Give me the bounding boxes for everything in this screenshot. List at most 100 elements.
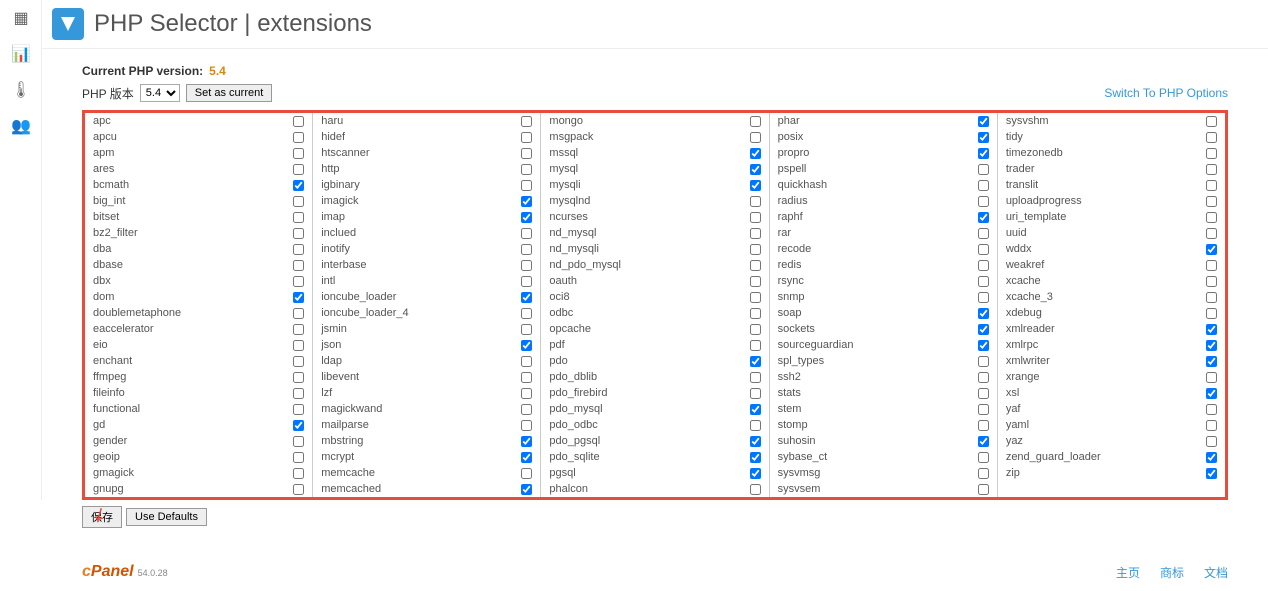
extension-label[interactable]: bitset xyxy=(93,211,119,223)
extension-checkbox[interactable] xyxy=(750,404,761,415)
extension-checkbox[interactable] xyxy=(750,260,761,271)
extension-checkbox[interactable] xyxy=(521,292,532,303)
extension-label[interactable]: gender xyxy=(93,435,127,447)
extension-label[interactable]: ncurses xyxy=(549,211,588,223)
extension-label[interactable]: doublemetaphone xyxy=(93,307,181,319)
extension-label[interactable]: apc xyxy=(93,115,111,127)
extension-label[interactable]: bcmath xyxy=(93,179,129,191)
extension-label[interactable]: pdo_dblib xyxy=(549,371,597,383)
php-version-select[interactable]: 5.4 xyxy=(140,84,180,102)
extension-checkbox[interactable] xyxy=(293,356,304,367)
extension-checkbox[interactable] xyxy=(978,132,989,143)
extension-label[interactable]: oci8 xyxy=(549,291,569,303)
extension-checkbox[interactable] xyxy=(293,484,304,495)
extension-checkbox[interactable] xyxy=(293,196,304,207)
extension-label[interactable]: bz2_filter xyxy=(93,227,138,239)
extension-checkbox[interactable] xyxy=(978,324,989,335)
extension-checkbox[interactable] xyxy=(293,324,304,335)
extension-label[interactable]: pdo_pgsql xyxy=(549,435,600,447)
extension-checkbox[interactable] xyxy=(750,436,761,447)
extension-checkbox[interactable] xyxy=(750,388,761,399)
extension-checkbox[interactable] xyxy=(293,132,304,143)
extension-checkbox[interactable] xyxy=(750,116,761,127)
extension-checkbox[interactable] xyxy=(1206,388,1217,399)
extension-checkbox[interactable] xyxy=(521,484,532,495)
extension-label[interactable]: uri_template xyxy=(1006,211,1067,223)
extension-checkbox[interactable] xyxy=(978,436,989,447)
nav-stats-icon[interactable]: 📊 xyxy=(0,36,42,72)
extension-checkbox[interactable] xyxy=(978,308,989,319)
extension-label[interactable]: libevent xyxy=(321,371,359,383)
extension-label[interactable]: zend_guard_loader xyxy=(1006,451,1101,463)
extension-checkbox[interactable] xyxy=(1206,196,1217,207)
extension-checkbox[interactable] xyxy=(978,484,989,495)
extension-checkbox[interactable] xyxy=(521,420,532,431)
extension-label[interactable]: redis xyxy=(778,259,802,271)
set-as-current-button[interactable]: Set as current xyxy=(186,84,272,102)
extension-label[interactable]: sockets xyxy=(778,323,815,335)
extension-checkbox[interactable] xyxy=(521,404,532,415)
extension-label[interactable]: sysvshm xyxy=(1006,115,1049,127)
extension-label[interactable]: pspell xyxy=(778,163,807,175)
extension-label[interactable]: igbinary xyxy=(321,179,360,191)
extension-label[interactable]: ffmpeg xyxy=(93,371,126,383)
extension-checkbox[interactable] xyxy=(750,212,761,223)
extension-checkbox[interactable] xyxy=(750,228,761,239)
extension-checkbox[interactable] xyxy=(293,404,304,415)
extension-label[interactable]: suhosin xyxy=(778,435,816,447)
extension-label[interactable]: pdo_mysql xyxy=(549,403,602,415)
extension-label[interactable]: lzf xyxy=(321,387,332,399)
extension-label[interactable]: uploadprogress xyxy=(1006,195,1082,207)
extension-label[interactable]: inclued xyxy=(321,227,356,239)
extension-checkbox[interactable] xyxy=(1206,420,1217,431)
extension-checkbox[interactable] xyxy=(521,388,532,399)
extension-label[interactable]: wddx xyxy=(1006,243,1032,255)
extension-checkbox[interactable] xyxy=(293,180,304,191)
extension-checkbox[interactable] xyxy=(293,372,304,383)
extension-label[interactable]: functional xyxy=(93,403,140,415)
extension-label[interactable]: sysvsem xyxy=(778,483,821,495)
extension-label[interactable]: haru xyxy=(321,115,343,127)
extension-label[interactable]: rar xyxy=(778,227,791,239)
extension-label[interactable]: apm xyxy=(93,147,114,159)
extension-checkbox[interactable] xyxy=(750,164,761,175)
switch-options-link[interactable]: Switch To PHP Options xyxy=(1104,86,1228,100)
extension-checkbox[interactable] xyxy=(978,340,989,351)
extension-label[interactable]: yaf xyxy=(1006,403,1021,415)
extension-label[interactable]: phar xyxy=(778,115,800,127)
extension-label[interactable]: http xyxy=(321,163,339,175)
extension-checkbox[interactable] xyxy=(521,308,532,319)
extension-label[interactable]: quickhash xyxy=(778,179,828,191)
extension-checkbox[interactable] xyxy=(521,132,532,143)
extension-label[interactable]: memcache xyxy=(321,467,375,479)
extension-checkbox[interactable] xyxy=(1206,404,1217,415)
extension-checkbox[interactable] xyxy=(978,148,989,159)
extension-checkbox[interactable] xyxy=(1206,148,1217,159)
extension-checkbox[interactable] xyxy=(293,276,304,287)
extension-label[interactable]: imap xyxy=(321,211,345,223)
nav-users-icon[interactable]: 👥 xyxy=(0,108,42,144)
extension-label[interactable]: uuid xyxy=(1006,227,1027,239)
extension-label[interactable]: sourceguardian xyxy=(778,339,854,351)
extension-label[interactable]: spl_types xyxy=(778,355,824,367)
extension-checkbox[interactable] xyxy=(750,276,761,287)
extension-checkbox[interactable] xyxy=(1206,260,1217,271)
extension-checkbox[interactable] xyxy=(1206,116,1217,127)
extension-label[interactable]: dba xyxy=(93,243,111,255)
extension-label[interactable]: eio xyxy=(93,339,108,351)
extension-label[interactable]: xmlwriter xyxy=(1006,355,1050,367)
extension-label[interactable]: trader xyxy=(1006,163,1035,175)
extension-label[interactable]: rsync xyxy=(778,275,804,287)
nav-apps-icon[interactable]: ▦ xyxy=(0,0,42,36)
extension-checkbox[interactable] xyxy=(521,196,532,207)
extension-checkbox[interactable] xyxy=(521,244,532,255)
extension-checkbox[interactable] xyxy=(978,372,989,383)
extension-checkbox[interactable] xyxy=(293,420,304,431)
extension-label[interactable]: xcache xyxy=(1006,275,1041,287)
extension-checkbox[interactable] xyxy=(1206,372,1217,383)
extension-label[interactable]: mongo xyxy=(549,115,583,127)
extension-checkbox[interactable] xyxy=(1206,180,1217,191)
extension-checkbox[interactable] xyxy=(1206,468,1217,479)
extension-label[interactable]: nd_pdo_mysql xyxy=(549,259,621,271)
extension-label[interactable]: yaml xyxy=(1006,419,1029,431)
